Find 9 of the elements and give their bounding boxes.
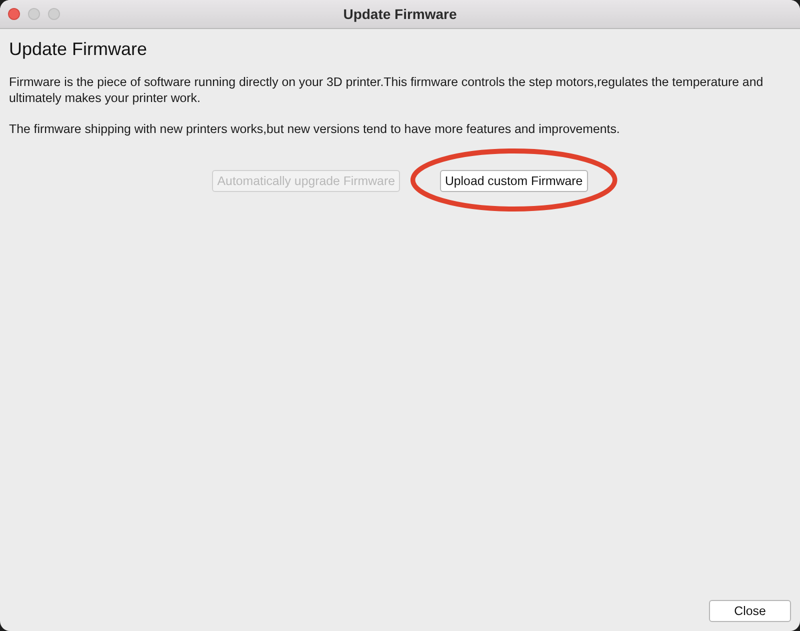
zoom-window-icon[interactable]	[48, 8, 60, 20]
close-window-icon[interactable]	[8, 8, 20, 20]
close-button[interactable]: Close	[709, 600, 791, 622]
description-text: Firmware is the piece of software running directly on your 3D printer.This firmware controls the step motors,regulates the temperature and ultimately makes your printer work.	[9, 74, 764, 106]
dialog-heading: Update Firmware	[9, 39, 148, 60]
description-text: The firmware shipping with new printers works,but new versions tend to have more features and improvements.	[9, 121, 621, 137]
window-title: Update Firmware	[343, 6, 457, 22]
upload-button[interactable]: Upload custom Firmware	[440, 170, 588, 192]
minimize-window-icon[interactable]	[28, 8, 40, 20]
